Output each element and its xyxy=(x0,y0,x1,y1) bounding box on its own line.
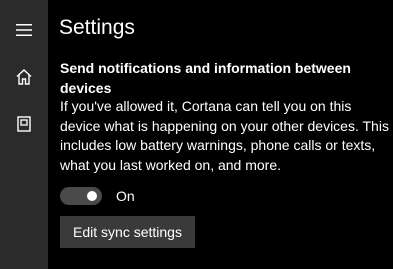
home-button[interactable] xyxy=(0,57,48,97)
navigation-rail xyxy=(0,0,48,269)
home-icon xyxy=(16,69,32,85)
notebook-icon xyxy=(17,116,31,132)
toggle-state-label: On xyxy=(116,188,135,204)
cortana-settings-window: Settings Send notifications and informat… xyxy=(0,0,393,269)
notebook-button[interactable] xyxy=(0,104,48,144)
page-title: Settings xyxy=(59,16,135,39)
section-heading: Send notifications and information betwe… xyxy=(60,60,351,96)
edit-sync-settings-button[interactable]: Edit sync settings xyxy=(60,216,195,248)
notifications-toggle-row: On xyxy=(60,185,135,207)
settings-content: Settings Send notifications and informat… xyxy=(48,0,393,269)
hamburger-menu-button[interactable] xyxy=(0,10,48,50)
toggle-knob xyxy=(87,191,97,201)
section-description: If you've allowed it, Cortana can tell y… xyxy=(60,98,389,173)
hamburger-menu-icon xyxy=(16,24,32,36)
notifications-toggle[interactable] xyxy=(60,187,102,205)
